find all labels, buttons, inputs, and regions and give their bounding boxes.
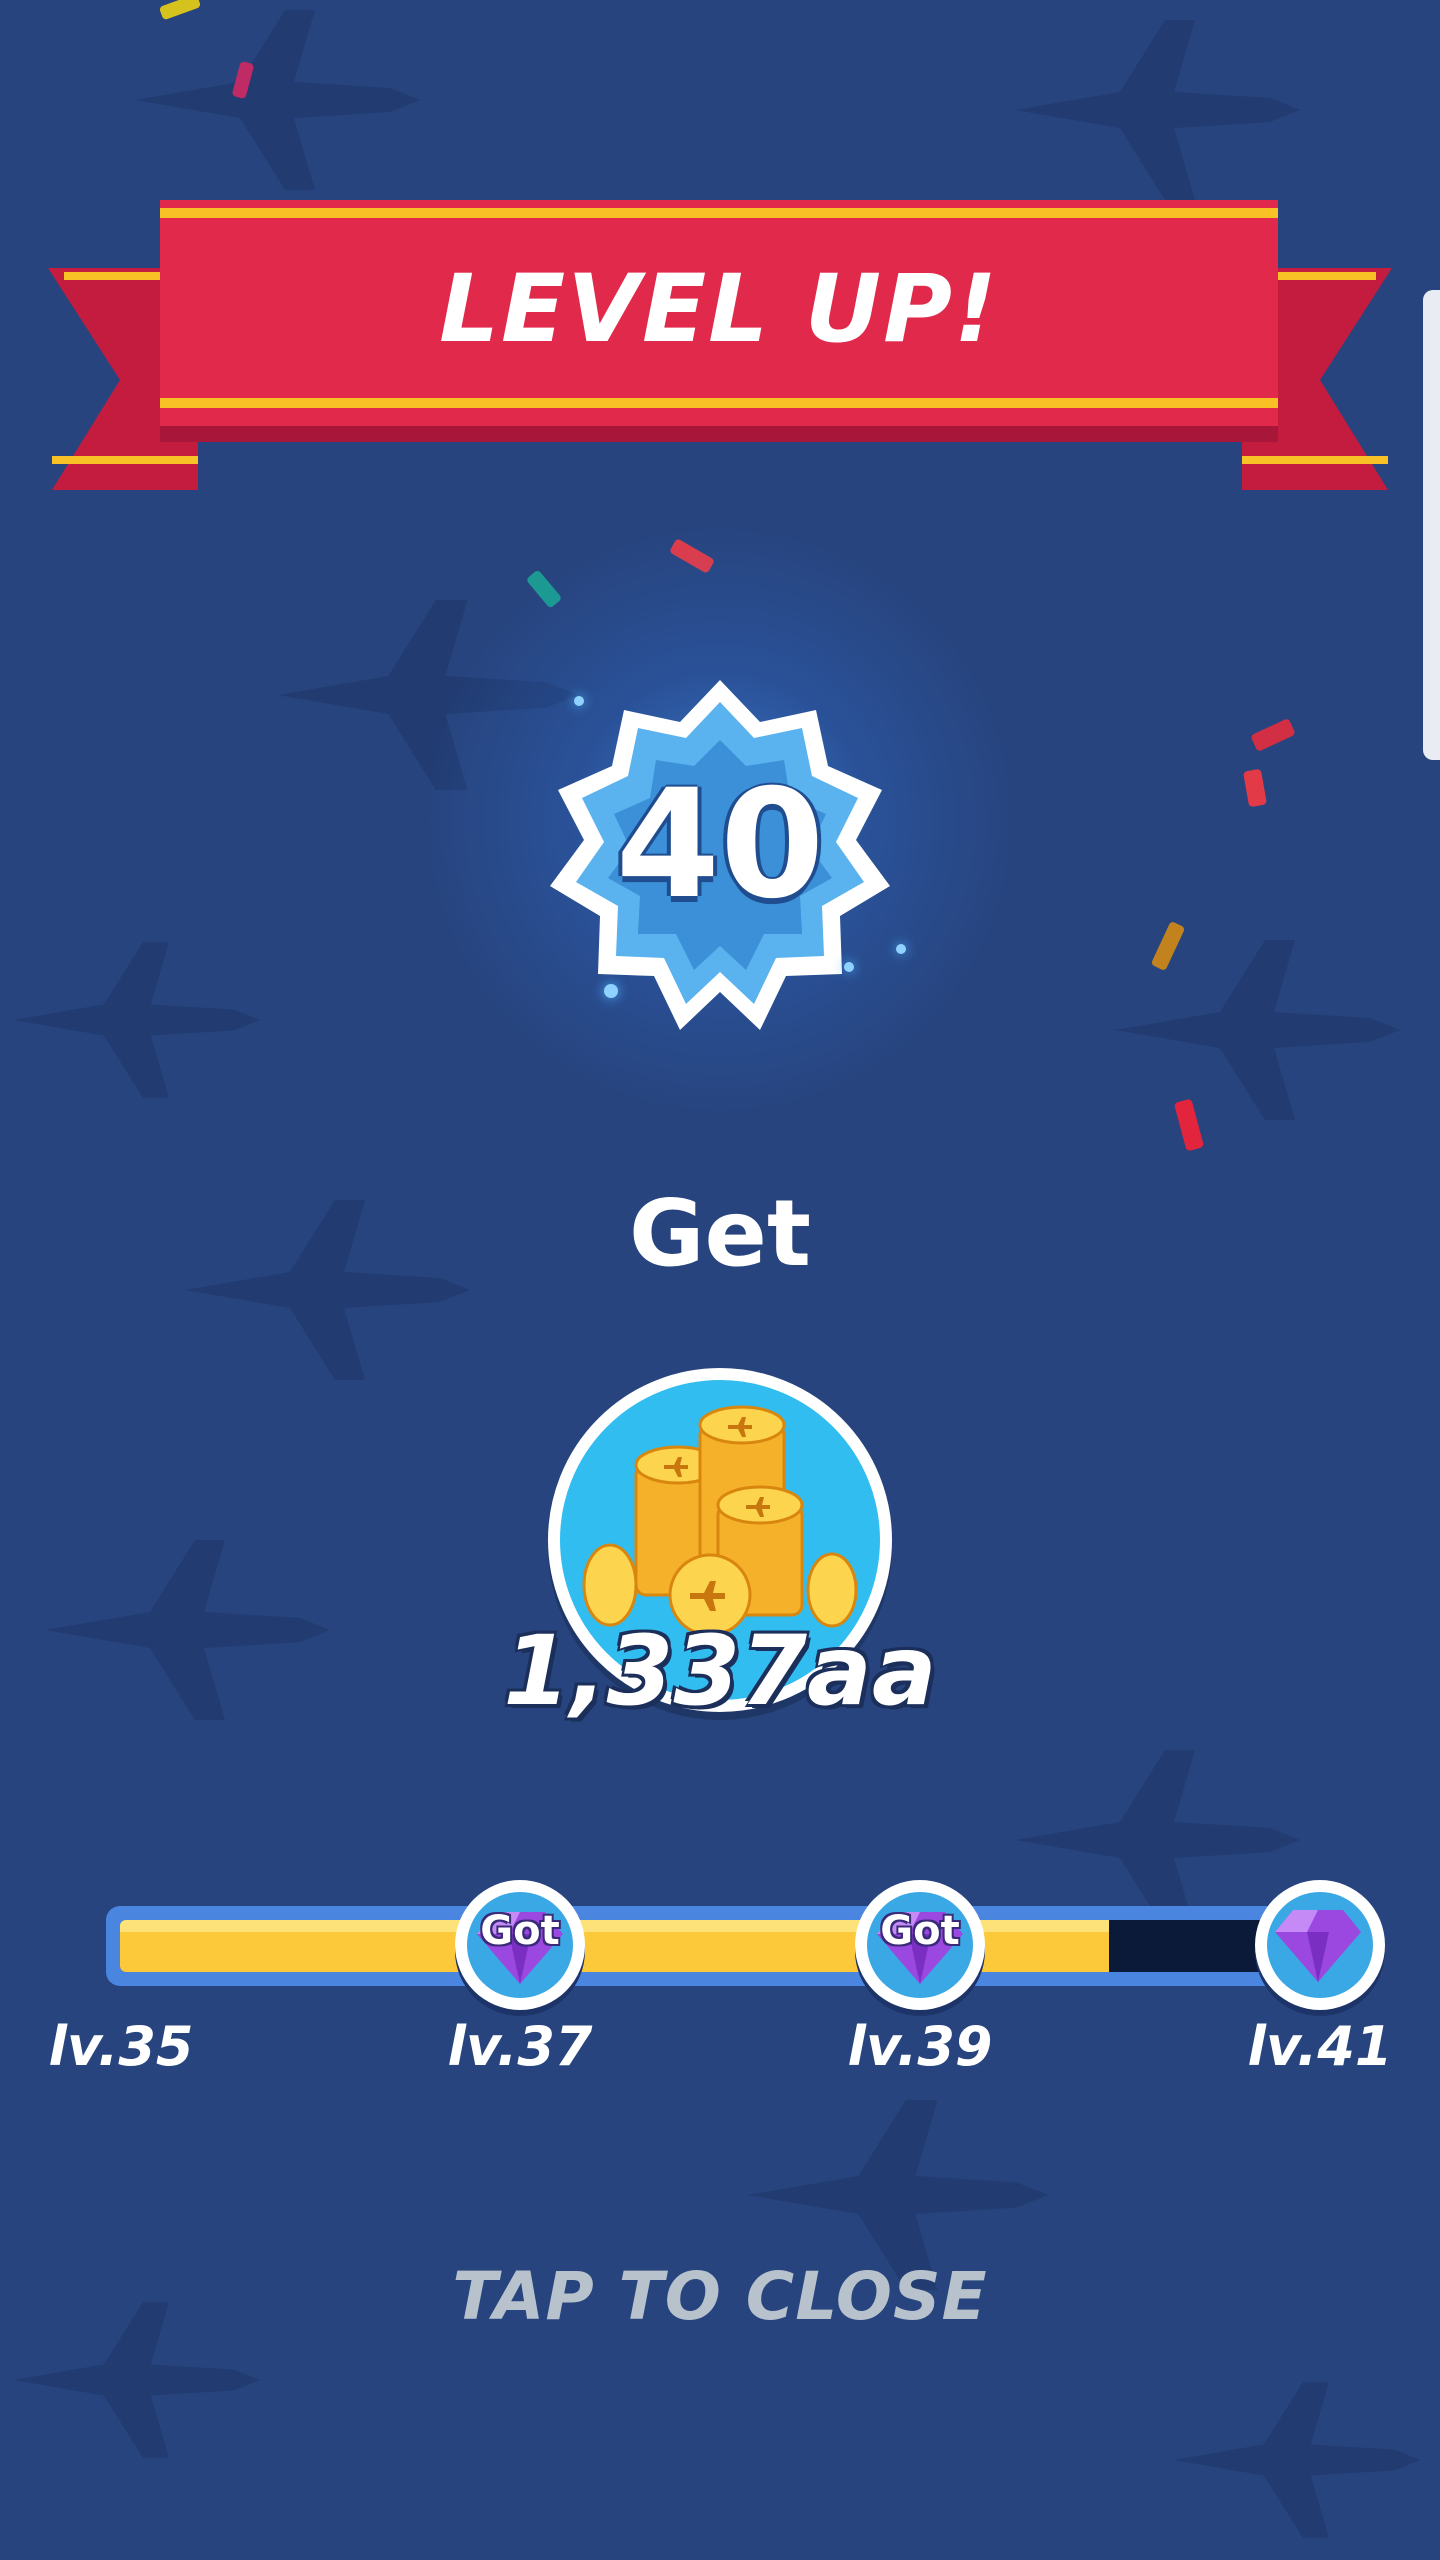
sparkle (844, 962, 854, 972)
sparkle (896, 944, 906, 954)
confetti (1243, 768, 1267, 808)
milestone-level-label: lv.37 (447, 2015, 593, 2078)
bg-plane-icon (1015, 1750, 1300, 1930)
progress-inner (120, 1920, 1311, 1972)
level-up-banner: LEVEL UP! (160, 200, 1278, 426)
sparkle (604, 984, 618, 998)
banner-stripe-top (160, 208, 1278, 218)
bg-plane-icon (135, 10, 420, 190)
level-number: 40 (615, 758, 825, 932)
sparkle (574, 696, 584, 706)
milestone-lv37[interactable]: Got (455, 1880, 585, 2010)
milestone-lv41[interactable] (1255, 1880, 1385, 2010)
side-panel-handle[interactable] (1423, 290, 1440, 760)
bg-plane-icon (13, 942, 260, 1098)
milestone-level-label: lv.41 (1247, 2015, 1393, 2078)
bg-plane-icon (1015, 20, 1300, 200)
gem-icon (1275, 1910, 1361, 1982)
bg-plane-icon (1115, 940, 1400, 1120)
level-progress-bar (106, 1906, 1321, 1986)
milestone-lv39[interactable]: Got (855, 1880, 985, 2010)
reward-heading: Get (629, 1180, 811, 1287)
milestone-level-label: lv.39 (847, 2015, 993, 2078)
banner-stripe-bottom (160, 398, 1278, 408)
confetti (1250, 717, 1296, 753)
milestone-status: Got (480, 1908, 560, 1954)
bg-plane-icon (1173, 2382, 1420, 2538)
banner-title: LEVEL UP! (439, 255, 999, 364)
milestone-status: Got (880, 1908, 960, 1954)
reward-amount: 1,337aa (503, 1615, 937, 1727)
tap-to-close-button[interactable]: TAP TO CLOSE (0, 2258, 1440, 2335)
milestone-level-label: lv.35 (48, 2015, 194, 2078)
